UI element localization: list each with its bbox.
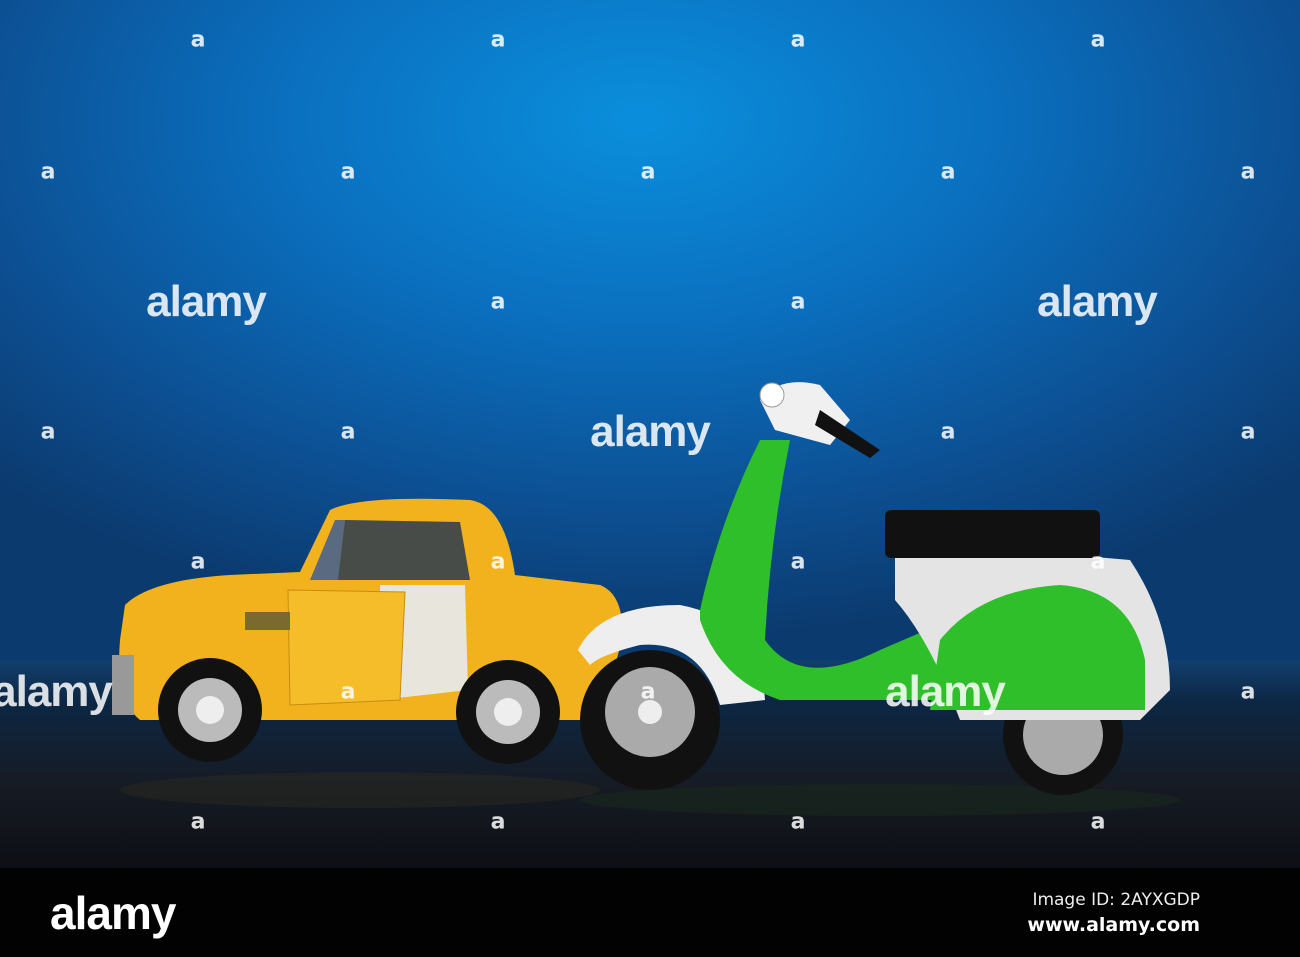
watermark-mark: a [640, 679, 656, 705]
watermark-mark: a [1240, 159, 1256, 185]
watermark-mark: a [1090, 549, 1106, 575]
watermark-brand: alamy [885, 667, 1006, 716]
yellow-toy-car [112, 498, 623, 764]
alamy-logo: alamy [50, 887, 176, 939]
watermark-mark: a [340, 679, 356, 705]
site-url[interactable]: www.alamy.com [1027, 914, 1200, 936]
watermark-mark: a [790, 289, 806, 315]
watermark-mark: a [1090, 27, 1106, 53]
watermark-mark: a [1240, 679, 1256, 705]
watermark-brand: alamy [0, 667, 113, 716]
watermark-mark: a [640, 159, 656, 185]
watermark-mark: a [190, 549, 206, 575]
watermark-mark: a [940, 159, 956, 185]
watermark-mark: a [340, 419, 356, 445]
watermark-brand: alamy [1037, 277, 1158, 326]
watermark-mark: a [940, 419, 956, 445]
watermark-mark: a [40, 419, 56, 445]
watermark-mark: a [790, 27, 806, 53]
watermark-mark: a [490, 809, 506, 835]
watermark-mark: a [190, 809, 206, 835]
watermark-mark: a [1090, 809, 1106, 835]
watermark-mark: a [490, 289, 506, 315]
footer-bar: alamy Image ID: 2AYXGDP www.alamy.com [0, 868, 1300, 957]
watermark-mark: a [40, 159, 56, 185]
image-id: Image ID: 2AYXGDP [1032, 890, 1200, 910]
watermark-mark: a [790, 549, 806, 575]
watermark-mark: a [340, 159, 356, 185]
watermark-mark: a [1240, 419, 1256, 445]
watermark-mark: a [790, 809, 806, 835]
watermark-brand: alamy [146, 277, 267, 326]
watermark-mark: a [490, 549, 506, 575]
watermark-mark: a [490, 27, 506, 53]
watermark-brand: alamy [590, 407, 711, 456]
photo: a a a a a a a a a alamy a a alamy a a al… [0, 0, 1300, 868]
watermark-mark: a [190, 27, 206, 53]
